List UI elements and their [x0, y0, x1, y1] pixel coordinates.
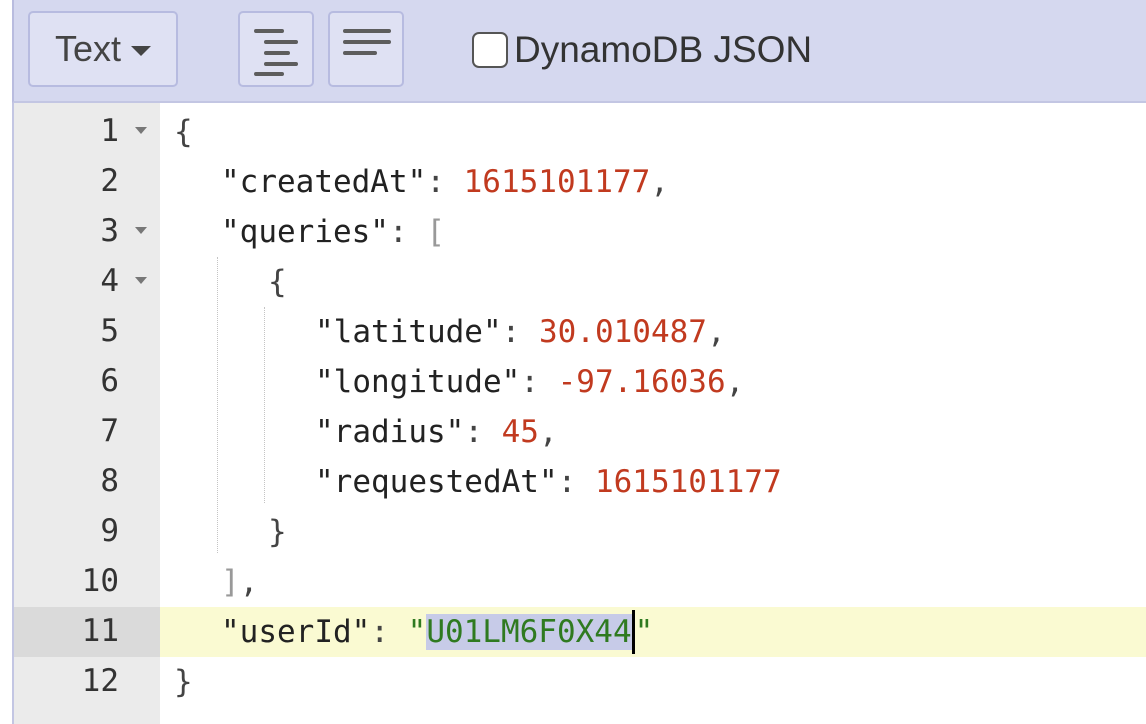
line-number-gutter: 1 2 3 4 5 6 7 8 9 10 11 12: [14, 103, 160, 724]
fold-toggle-icon[interactable]: [135, 127, 147, 134]
dynamodb-json-checkbox[interactable]: [472, 32, 508, 68]
line-number: 6: [100, 363, 119, 399]
line-number: 4: [100, 263, 119, 299]
code-line-1: {: [174, 114, 193, 150]
code-line-8: "requestedAt": 1615101177: [315, 464, 782, 500]
caret-down-icon: [131, 46, 152, 56]
mode-label: Text: [54, 28, 122, 69]
code-line-4: {: [268, 264, 287, 300]
line-number: 8: [100, 463, 119, 499]
gutter-line-12: 12: [14, 657, 160, 707]
gutter-line-11: 11: [14, 607, 160, 657]
code-line-11: "userId": "U01LM6F0X44": [160, 607, 1146, 657]
line-number: 12: [81, 663, 119, 699]
code-line-6: "longitude": -97.16036,: [315, 364, 745, 400]
editor-toolbar: Text DynamoDB JSON: [12, 0, 1146, 103]
gutter-line-10: 10: [14, 557, 160, 607]
format-json-button[interactable]: [238, 11, 314, 87]
dynamodb-json-label: DynamoDB JSON: [514, 29, 813, 70]
gutter-line-1: 1: [14, 107, 160, 157]
json-editor[interactable]: 1 2 3 4 5 6 7 8 9 10 11 12 {"createdAt"…: [12, 103, 1146, 724]
line-number: 10: [81, 563, 119, 599]
gutter-line-8: 8: [14, 457, 160, 507]
line-number: 1: [100, 113, 119, 149]
code-line-3: "queries": [: [221, 214, 445, 250]
gutter-line-7: 7: [14, 407, 160, 457]
gutter-line-9: 9: [14, 507, 160, 557]
fold-toggle-icon[interactable]: [135, 227, 147, 234]
line-number: 11: [81, 613, 119, 649]
code-line-9: }: [268, 514, 287, 550]
line-number: 5: [100, 313, 119, 349]
line-number: 7: [100, 413, 119, 449]
code-line-7: "radius": 45,: [315, 414, 558, 450]
code-line-12: }: [174, 664, 193, 700]
line-number: 2: [100, 163, 119, 199]
gutter-line-5: 5: [14, 307, 160, 357]
line-number: 9: [100, 513, 119, 549]
gutter-line-3: 3: [14, 207, 160, 257]
selected-text: U01LM6F0X44: [426, 614, 632, 650]
gutter-line-6: 6: [14, 357, 160, 407]
compact-json-button[interactable]: [328, 11, 404, 87]
mode-dropdown-button[interactable]: Text: [28, 11, 178, 87]
code-line-2: "createdAt": 1615101177,: [221, 164, 669, 200]
dynamodb-json-toggle[interactable]: DynamoDB JSON: [472, 28, 812, 72]
code-line-5: "latitude": 30.010487,: [315, 314, 726, 350]
gutter-line-2: 2: [14, 157, 160, 207]
code-line-10: ],: [221, 564, 259, 600]
line-number: 3: [100, 213, 119, 249]
gutter-line-4: 4: [14, 257, 160, 307]
fold-toggle-icon[interactable]: [135, 277, 147, 284]
code-area[interactable]: { "createdAt": 1615101177, "queries": [ …: [160, 103, 1146, 724]
